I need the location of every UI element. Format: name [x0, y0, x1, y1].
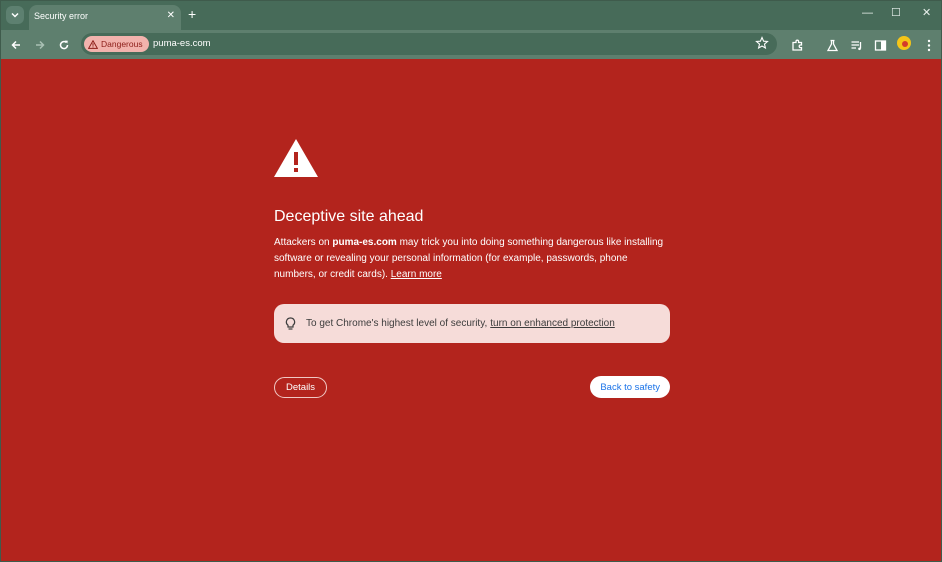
banner-text: To get Chrome's highest level of securit…: [306, 318, 488, 329]
new-tab-button[interactable]: +: [188, 7, 196, 21]
warning-description: Attackers on puma-es.com may trick you i…: [274, 235, 670, 283]
kebab-menu-icon: [927, 39, 931, 51]
profile-avatar[interactable]: [897, 36, 911, 50]
tab-title: Security error: [34, 11, 89, 21]
close-window-button[interactable]: ✕: [922, 7, 931, 19]
chrome-menu-button[interactable]: [920, 36, 938, 54]
warning-triangle-icon: [88, 39, 98, 49]
tab-search-button[interactable]: [6, 6, 24, 24]
chevron-down-icon: [11, 12, 19, 18]
browser-window: Security error ✕ + — ☐ ✕ Dangerous puma-…: [0, 0, 942, 562]
back-to-safety-button[interactable]: Back to safety: [590, 376, 670, 398]
dangerous-label: Dangerous: [101, 39, 143, 49]
toolbar: Dangerous puma-es.com: [1, 30, 941, 59]
side-panel-button[interactable]: [871, 36, 889, 54]
warning-icon: [274, 139, 318, 177]
media-queue-icon: [851, 40, 861, 50]
address-bar[interactable]: Dangerous puma-es.com: [81, 33, 777, 55]
tab-security-error[interactable]: Security error ✕: [29, 5, 181, 30]
puzzle-icon: [791, 39, 802, 51]
tab-close-icon[interactable]: ✕: [167, 10, 175, 21]
learn-more-link[interactable]: Learn more: [391, 269, 442, 280]
maximize-button[interactable]: ☐: [891, 7, 901, 19]
site-domain: puma-es.com: [332, 237, 397, 248]
arrow-right-icon: [36, 40, 45, 50]
back-button[interactable]: [7, 36, 25, 54]
lightbulb-icon: [285, 316, 296, 330]
description-prefix: Attackers on: [274, 237, 333, 248]
labs-button[interactable]: [823, 36, 841, 54]
flask-icon: [826, 39, 838, 51]
reload-button[interactable]: [55, 36, 73, 54]
arrow-left-icon: [11, 40, 20, 50]
side-panel-icon: [874, 39, 886, 51]
media-queue-button[interactable]: [847, 36, 865, 54]
url-text: puma-es.com: [153, 38, 211, 49]
avatar-graphic: [902, 41, 908, 47]
extensions-button[interactable]: [788, 36, 806, 54]
forward-button[interactable]: [31, 36, 49, 54]
action-buttons: Details Back to safety: [274, 376, 670, 399]
enhanced-protection-link[interactable]: turn on enhanced protection: [490, 318, 615, 329]
page-title: Deceptive site ahead: [274, 208, 424, 225]
details-button[interactable]: Details: [274, 377, 328, 398]
tab-strip: Security error ✕ + — ☐ ✕: [1, 1, 941, 30]
dangerous-site-chip[interactable]: Dangerous: [84, 36, 149, 52]
enhanced-protection-banner: To get Chrome's highest level of securit…: [274, 304, 670, 343]
star-icon[interactable]: [755, 36, 769, 50]
interstitial-content: Deceptive site ahead Attackers on puma-e…: [274, 139, 670, 399]
minimize-button[interactable]: —: [862, 7, 873, 19]
reload-icon: [59, 40, 69, 50]
